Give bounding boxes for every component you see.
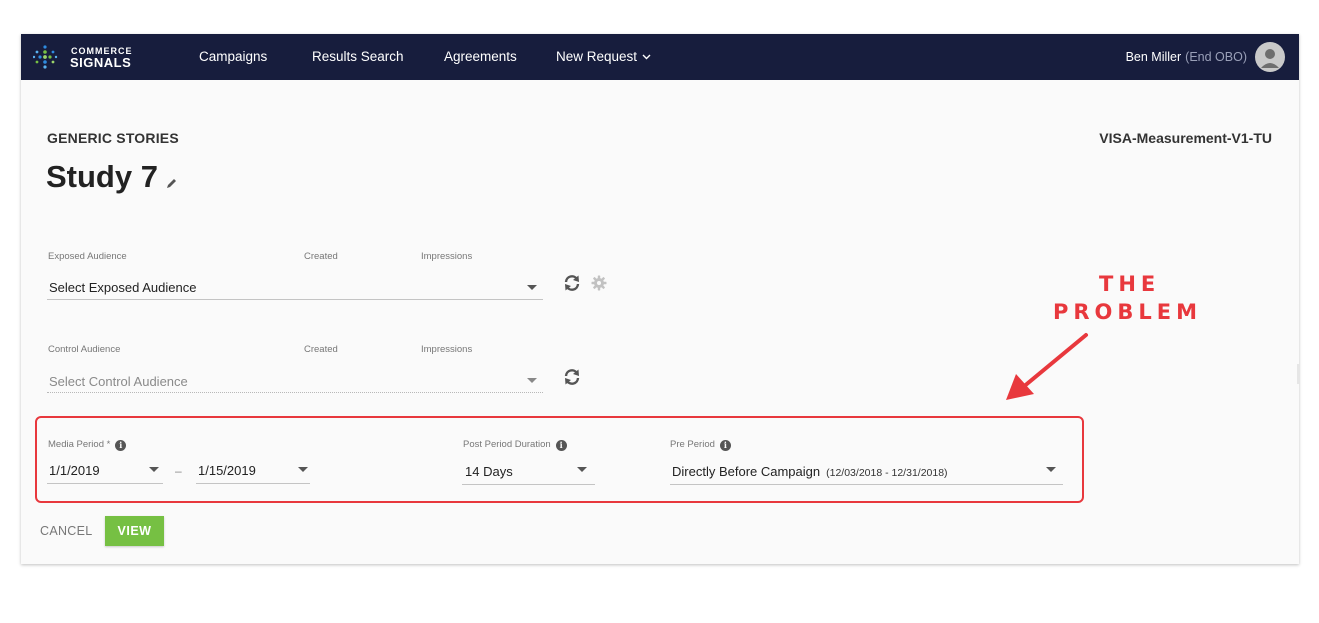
post-period-value: 14 Days bbox=[465, 464, 513, 479]
exposed-impressions-label: Impressions bbox=[421, 251, 473, 262]
commerce-signals-logo[interactable]: COMMERCE SIGNALS bbox=[33, 44, 153, 70]
post-period-caret-icon[interactable] bbox=[577, 467, 587, 472]
problem-highlight-box bbox=[35, 416, 1084, 503]
pre-period-value-text: Directly Before Campaign bbox=[672, 464, 821, 479]
model-name: VISA-Measurement-V1-TU bbox=[1099, 130, 1272, 146]
media-start-value: 1/1/2019 bbox=[49, 463, 100, 478]
user-menu[interactable]: Ben Miller (End OBO) bbox=[1126, 50, 1247, 64]
pre-period-label-text: Pre Period bbox=[670, 439, 715, 450]
study-title-text: Study 7 bbox=[46, 159, 158, 194]
control-dropdown-caret-icon[interactable] bbox=[527, 378, 537, 383]
post-period-underline bbox=[462, 484, 595, 485]
info-icon[interactable]: i bbox=[115, 440, 127, 451]
control-underline bbox=[47, 392, 543, 393]
exposed-dropdown-caret-icon[interactable] bbox=[527, 285, 537, 290]
pre-period-underline bbox=[670, 484, 1063, 485]
info-icon[interactable]: i bbox=[555, 440, 567, 451]
control-created-label: Created bbox=[304, 344, 338, 355]
post-period-label: Post Period Duration i bbox=[463, 439, 567, 451]
exposed-audience-value: Select Exposed Audience bbox=[49, 280, 197, 295]
nav-new-request[interactable]: New Request bbox=[556, 49, 651, 64]
media-end-caret-icon[interactable] bbox=[298, 467, 308, 472]
user-avatar-icon bbox=[1261, 49, 1279, 68]
pencil-edit-icon[interactable] bbox=[166, 177, 178, 189]
end-obo-link[interactable]: (End OBO) bbox=[1185, 50, 1247, 64]
media-period-label: Media Period * i bbox=[48, 439, 127, 451]
logo-text-signals: SIGNALS bbox=[70, 55, 132, 70]
date-range-separator: – bbox=[175, 464, 182, 478]
annotation-text-line1: THE bbox=[1099, 272, 1161, 296]
page-title: Study 7 bbox=[46, 159, 178, 195]
app-window: COMMERCE SIGNALS Campaigns Results Searc… bbox=[21, 34, 1299, 564]
pre-period-value: Directly Before Campaign (12/03/2018 - 12… bbox=[672, 464, 948, 479]
avatar[interactable] bbox=[1255, 42, 1285, 72]
pre-period-label: Pre Period i bbox=[670, 439, 731, 451]
refresh-control-icon[interactable] bbox=[563, 368, 581, 386]
media-end-underline bbox=[196, 483, 310, 484]
pre-period-date-range: (12/03/2018 - 12/31/2018) bbox=[826, 467, 948, 479]
exposed-underline bbox=[47, 299, 543, 300]
scrollbar-handle[interactable] bbox=[1297, 364, 1300, 384]
exposed-created-label: Created bbox=[304, 251, 338, 262]
gear-settings-icon[interactable] bbox=[591, 275, 607, 291]
annotation-text-line2: PROBLEM bbox=[1053, 300, 1203, 324]
cancel-button[interactable]: CANCEL bbox=[40, 524, 93, 538]
nav-campaigns[interactable]: Campaigns bbox=[199, 49, 267, 64]
pre-period-caret-icon[interactable] bbox=[1046, 467, 1056, 472]
nav-results-search[interactable]: Results Search bbox=[312, 49, 404, 64]
refresh-exposed-icon[interactable] bbox=[563, 274, 581, 292]
control-audience-label: Control Audience bbox=[48, 344, 121, 355]
nav-agreements[interactable]: Agreements bbox=[444, 49, 517, 64]
post-period-label-text: Post Period Duration bbox=[463, 439, 551, 450]
info-icon[interactable]: i bbox=[719, 440, 731, 451]
media-period-label-text: Media Period * bbox=[48, 439, 111, 450]
control-impressions-label: Impressions bbox=[421, 344, 473, 355]
exposed-audience-label: Exposed Audience bbox=[48, 251, 127, 262]
top-navbar: COMMERCE SIGNALS Campaigns Results Searc… bbox=[21, 34, 1299, 80]
media-end-value: 1/15/2019 bbox=[198, 463, 256, 478]
chevron-down-icon bbox=[642, 54, 651, 60]
view-button[interactable]: VIEW bbox=[105, 516, 164, 546]
annotation-arrow-icon bbox=[1006, 333, 1088, 400]
logo-dots-icon bbox=[33, 45, 58, 69]
media-start-underline bbox=[47, 483, 163, 484]
user-name: Ben Miller bbox=[1125, 50, 1182, 64]
nav-new-request-label: New Request bbox=[556, 49, 638, 64]
study-category: GENERIC STORIES bbox=[47, 130, 179, 146]
control-audience-placeholder: Select Control Audience bbox=[49, 374, 188, 389]
media-start-caret-icon[interactable] bbox=[149, 467, 159, 472]
